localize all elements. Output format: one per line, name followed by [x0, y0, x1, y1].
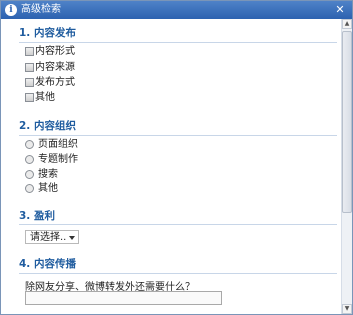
scroll-up-icon[interactable]: ▲ — [342, 19, 352, 29]
section-title-content-publish: 1. 内容发布 — [19, 27, 76, 39]
scroll-thumb[interactable] — [342, 31, 352, 213]
close-icon[interactable]: ✕ — [333, 3, 347, 17]
radio-button[interactable] — [25, 155, 34, 164]
section-divider — [19, 135, 337, 136]
radio-button[interactable] — [25, 170, 34, 179]
checkbox[interactable] — [25, 63, 34, 72]
radio-label: 页面组织 — [38, 139, 78, 150]
advanced-search-dialog: i 高级检索 ✕ 1. 内容发布 内容形式 内容来源 发布方式 其他 2. 内容… — [0, 0, 353, 315]
scroll-down-icon[interactable]: ▼ — [342, 304, 352, 314]
select-value: 请选择.. — [30, 232, 67, 243]
section-title-profit: 3. 盈利 — [19, 210, 55, 222]
section-divider — [19, 273, 337, 274]
checkbox-label: 内容形式 — [35, 46, 75, 57]
chevron-down-icon[interactable] — [69, 236, 75, 240]
radio-button[interactable] — [25, 140, 34, 149]
spread-answer-input[interactable] — [25, 291, 222, 305]
radio-label: 其他 — [38, 183, 58, 194]
checkbox-label: 内容来源 — [35, 62, 75, 73]
info-icon: i — [5, 4, 17, 16]
title-bar[interactable]: i 高级检索 ✕ — [1, 1, 352, 19]
checkbox[interactable] — [25, 47, 34, 56]
dialog-title: 高级检索 — [21, 4, 61, 15]
vertical-scrollbar[interactable]: ▲ ▼ — [341, 19, 352, 314]
dialog-content: 1. 内容发布 内容形式 内容来源 发布方式 其他 2. 内容组织 页面组织 专… — [1, 19, 341, 314]
section-divider — [19, 42, 337, 43]
section-title-content-spread: 4. 内容传播 — [19, 258, 76, 270]
radio-label: 搜索 — [38, 169, 58, 180]
profit-select[interactable]: 请选择.. — [25, 230, 79, 244]
checkbox-label: 发布方式 — [35, 77, 75, 88]
radio-label: 专题制作 — [38, 154, 78, 165]
section-divider — [19, 224, 337, 225]
checkbox[interactable] — [25, 78, 34, 87]
checkbox-label: 其他 — [35, 92, 55, 103]
radio-button[interactable] — [25, 184, 34, 193]
section-title-content-organization: 2. 内容组织 — [19, 120, 76, 132]
checkbox[interactable] — [25, 93, 34, 102]
